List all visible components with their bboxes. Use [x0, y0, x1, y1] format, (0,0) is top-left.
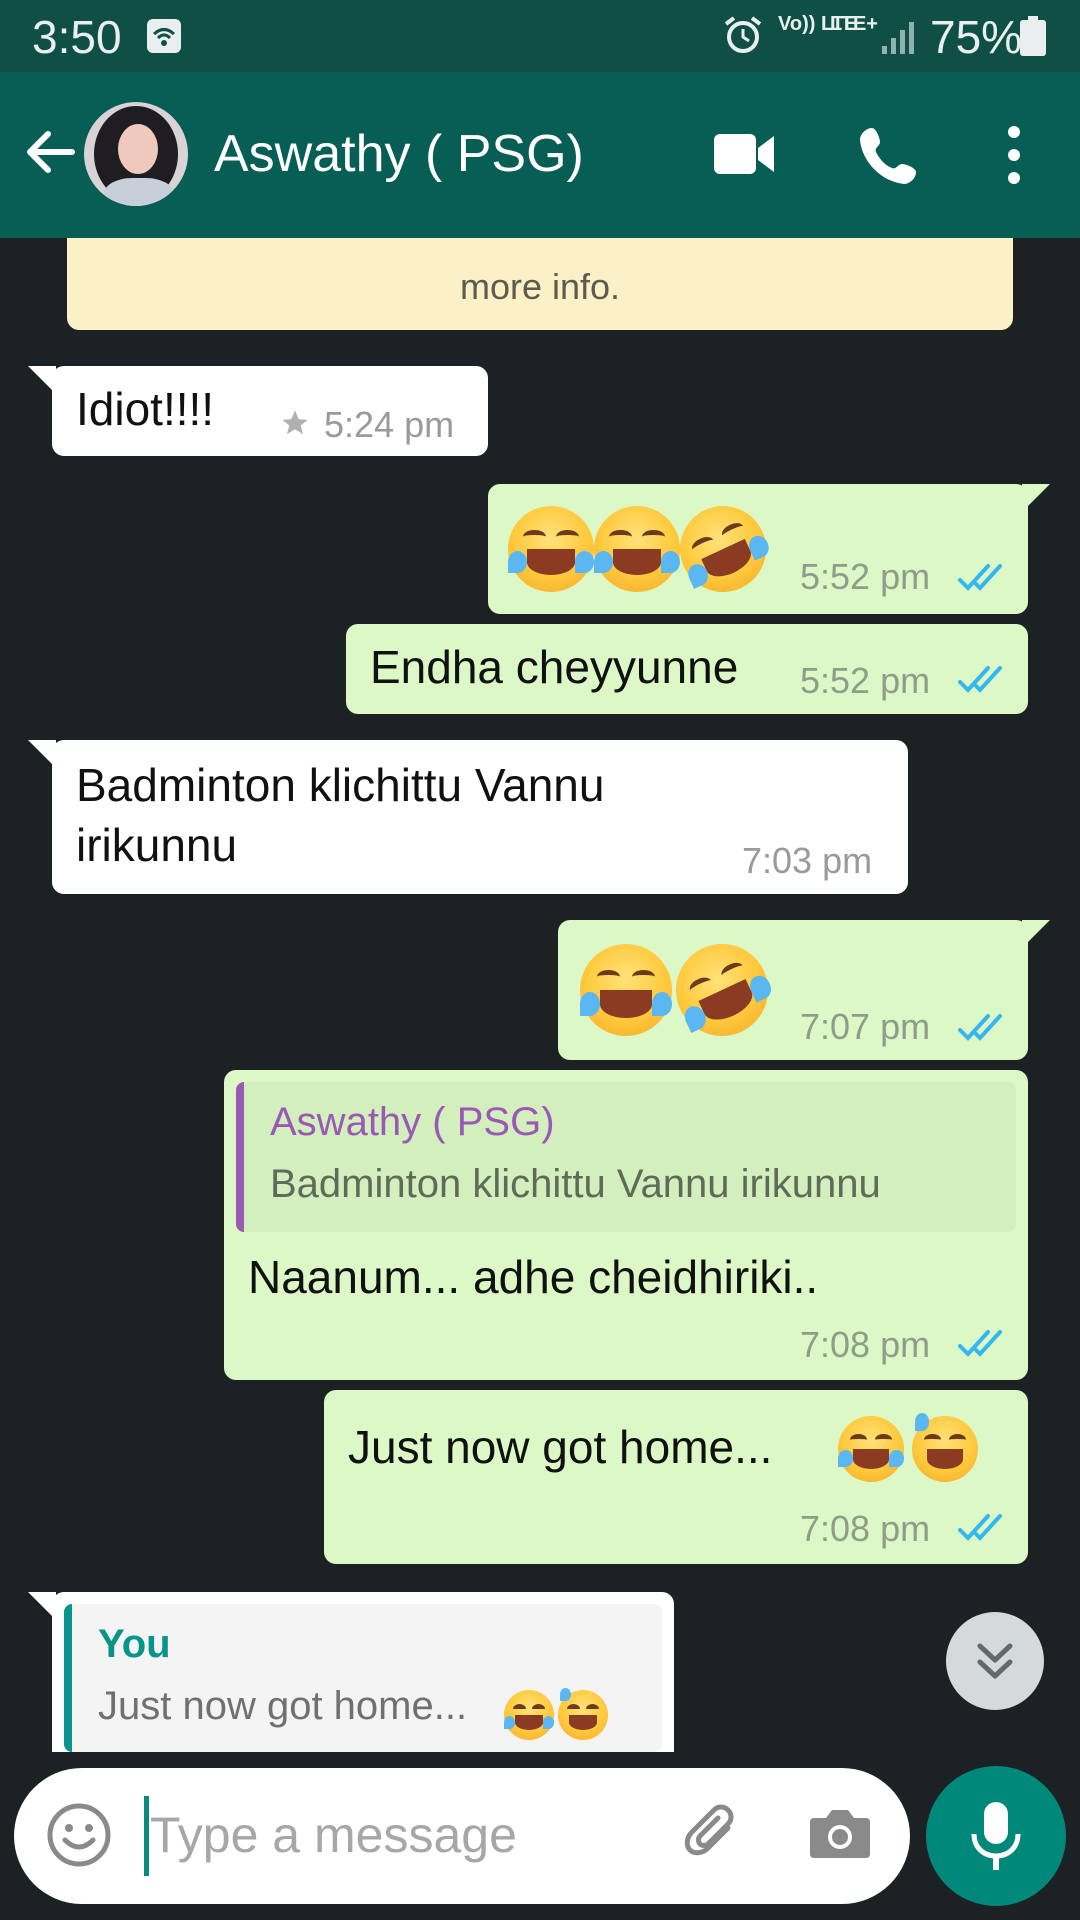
- double-tick-icon: [958, 1330, 1002, 1357]
- encryption-text-line-2: more info.: [459, 266, 621, 307]
- message-time: 7:08 pm: [800, 1508, 931, 1549]
- message-incoming[interactable]: Idiot!!!! 5:24 pm: [52, 366, 488, 456]
- double-tick-icon: [958, 666, 1002, 693]
- double-tick-icon: [958, 564, 1002, 591]
- emoji-sweat-smile: [912, 1413, 978, 1482]
- emoji-joy: [508, 506, 594, 592]
- scroll-to-bottom-button[interactable]: [946, 1612, 1044, 1710]
- message-text: Endha cheyyunne: [370, 641, 739, 693]
- star-icon: [282, 410, 308, 435]
- status-time: 3:50: [32, 11, 122, 63]
- message-text: Idiot!!!!: [76, 383, 215, 435]
- quote-author: You: [98, 1622, 171, 1666]
- message-time: 5:52 pm: [800, 660, 931, 701]
- quote-text: Badminton klichittu Vannu irikunnu: [270, 1162, 881, 1206]
- quote-bar: [64, 1604, 72, 1752]
- emoji-rofl: [665, 491, 781, 607]
- quote-text: Just now got home...: [98, 1684, 468, 1728]
- emoji-joy: [838, 1416, 904, 1482]
- wifi-icon: [147, 19, 181, 53]
- message-text-line-1: Badminton klichittu Vannu: [76, 759, 605, 811]
- message-composer[interactable]: Type a message: [14, 1768, 910, 1904]
- message-outgoing[interactable]: 7:07 pm: [558, 920, 1028, 1060]
- phone-icon[interactable]: [858, 124, 920, 186]
- alarm-icon: [724, 16, 762, 53]
- chevron-down-double-icon: [977, 1643, 1013, 1679]
- camera-icon[interactable]: [808, 1802, 872, 1862]
- double-tick-icon: [958, 1514, 1002, 1541]
- message-outgoing[interactable]: 5:52 pm: [488, 484, 1028, 614]
- contact-name[interactable]: Aswathy ( PSG): [214, 124, 584, 184]
- back-arrow-icon[interactable]: [22, 124, 78, 180]
- message-text: Just now got home...: [348, 1421, 773, 1473]
- message-input[interactable]: Type a message: [150, 1806, 517, 1864]
- more-options-icon[interactable]: [1000, 124, 1028, 186]
- quote-author: Aswathy ( PSG): [270, 1100, 555, 1144]
- quoted-message[interactable]: Aswathy ( PSG) Badminton klichittu Vannu…: [236, 1082, 1016, 1232]
- battery-icon: [1020, 16, 1046, 56]
- emoji-joy: [504, 1690, 554, 1740]
- lte-indicator: LTE+: [830, 13, 878, 35]
- mic-icon: [971, 1802, 1021, 1870]
- emoji-icon[interactable]: [46, 1802, 112, 1868]
- message-text: Naanum... adhe cheidhiriki..: [248, 1251, 819, 1303]
- message-outgoing[interactable]: Just now got home... 7:08 pm: [324, 1390, 1028, 1564]
- message-text-line-2: irikunnu: [76, 819, 238, 871]
- quoted-message[interactable]: You Just now got home...: [64, 1604, 662, 1752]
- attach-icon[interactable]: [676, 1798, 748, 1870]
- message-outgoing-reply[interactable]: Aswathy ( PSG) Badminton klichittu Vannu…: [224, 1070, 1028, 1380]
- emoji-joy: [594, 506, 680, 592]
- emoji-sweat-smile: [558, 1688, 608, 1740]
- status-bar: 3:50 Vo)) LTE LTE+ 75%: [0, 0, 1080, 72]
- message-time: 7:03 pm: [742, 840, 873, 881]
- battery-percent: 75%: [930, 11, 1023, 63]
- message-time: 5:24 pm: [324, 404, 455, 445]
- avatar[interactable]: [84, 102, 188, 206]
- message-time: 5:52 pm: [800, 556, 931, 597]
- mic-button[interactable]: [926, 1766, 1066, 1906]
- text-cursor: [144, 1796, 149, 1876]
- double-tick-icon: [958, 1014, 1002, 1041]
- message-outgoing[interactable]: Endha cheyyunne 5:52 pm: [346, 624, 1028, 714]
- emoji-joy: [580, 944, 672, 1036]
- message-time: 7:08 pm: [800, 1324, 931, 1365]
- video-call-icon[interactable]: [712, 128, 776, 180]
- message-incoming[interactable]: Badminton klichittu Vannu irikunnu 7:03 …: [52, 740, 908, 894]
- emoji-rofl: [660, 928, 784, 1052]
- message-time: 7:07 pm: [800, 1006, 931, 1047]
- quote-bar: [236, 1082, 244, 1232]
- signal-icon: [882, 22, 914, 54]
- message-incoming-reply[interactable]: You Just now got home...: [52, 1592, 674, 1752]
